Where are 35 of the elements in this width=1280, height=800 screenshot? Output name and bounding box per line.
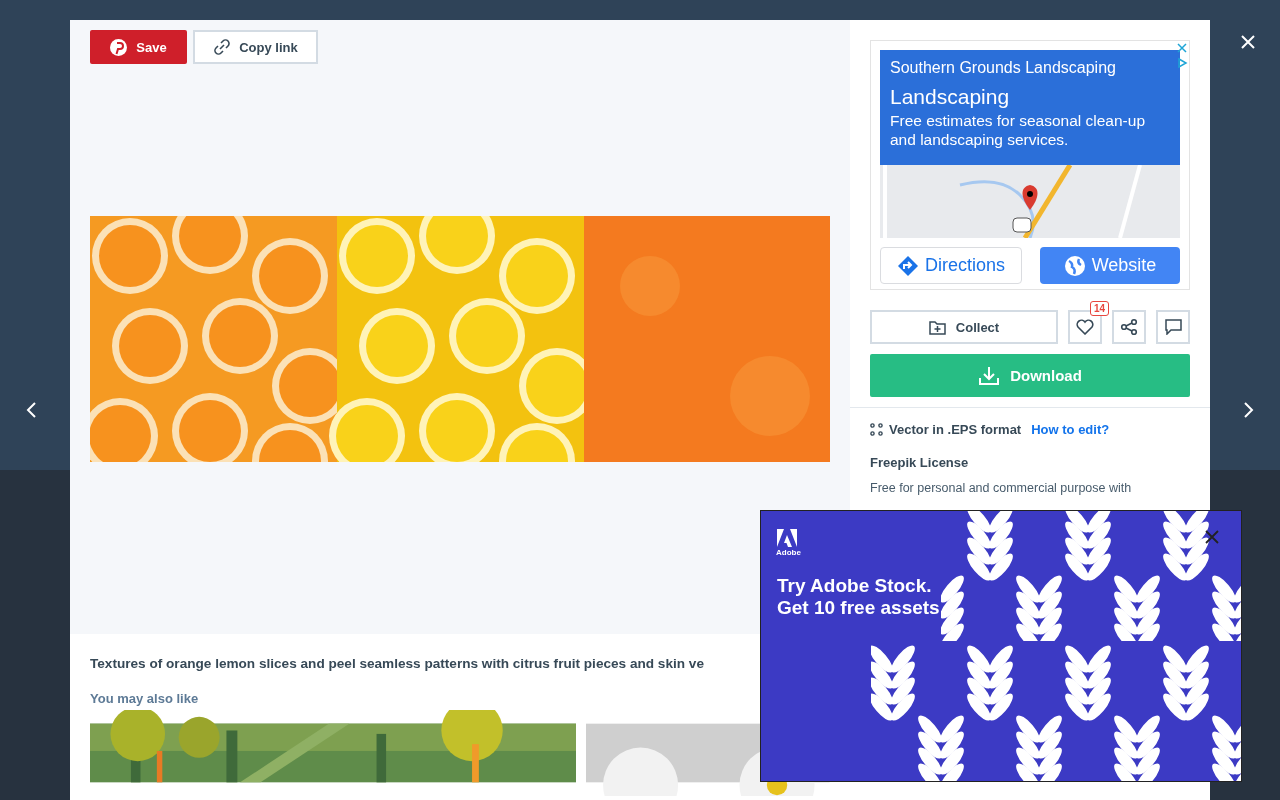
image-description: Textures of orange lemon slices and peel seamless patterns with citrus fruit pieces and skin ve	[90, 656, 705, 671]
save-button[interactable]: Save	[90, 30, 187, 64]
close-icon[interactable]	[1204, 529, 1220, 545]
directions-button[interactable]: Directions	[880, 247, 1022, 284]
ad-tagline: Get 10 free assets.	[777, 597, 945, 619]
brand-name: Adobe	[776, 548, 801, 557]
ad-tagline: Try Adobe Stock.	[777, 575, 932, 597]
link-icon	[213, 38, 232, 56]
format-label: Vector in .EPS format	[889, 422, 1022, 437]
license-text: Free for personal and commercial purpose with	[870, 480, 1133, 497]
how-to-edit-link[interactable]: How to edit?	[1031, 422, 1110, 437]
folder-plus-icon	[928, 319, 946, 335]
copy-link-button[interactable]: Copy link	[193, 30, 318, 64]
ad-info-icon[interactable]	[1176, 57, 1188, 69]
related-heading: You may also like	[90, 691, 199, 706]
website-button[interactable]: Website	[1040, 247, 1180, 284]
download-icon	[978, 365, 1001, 386]
globe-icon	[1063, 254, 1086, 277]
comment-button[interactable]	[1156, 310, 1190, 344]
like-button[interactable]	[1068, 310, 1102, 344]
ad-advertiser: Southern Grounds Landscaping	[890, 59, 1117, 77]
collect-button[interactable]: Collect	[870, 310, 1058, 344]
ad-headline: Landscaping	[890, 85, 1011, 109]
like-count-badge: 14	[1090, 301, 1110, 316]
directions-icon	[897, 254, 919, 277]
pin-logo-icon	[110, 38, 128, 56]
ad-body: Free estimates for seasonal clean-up and landscaping services.	[890, 111, 1147, 149]
share-icon	[1120, 318, 1138, 336]
adobe-logo-icon	[777, 529, 797, 547]
license-title: Freepik License	[870, 455, 970, 470]
download-button[interactable]: Download	[870, 354, 1190, 397]
comment-icon	[1164, 319, 1182, 335]
heart-icon	[1076, 319, 1094, 335]
share-button[interactable]	[1112, 310, 1146, 344]
vector-icon	[870, 423, 883, 436]
